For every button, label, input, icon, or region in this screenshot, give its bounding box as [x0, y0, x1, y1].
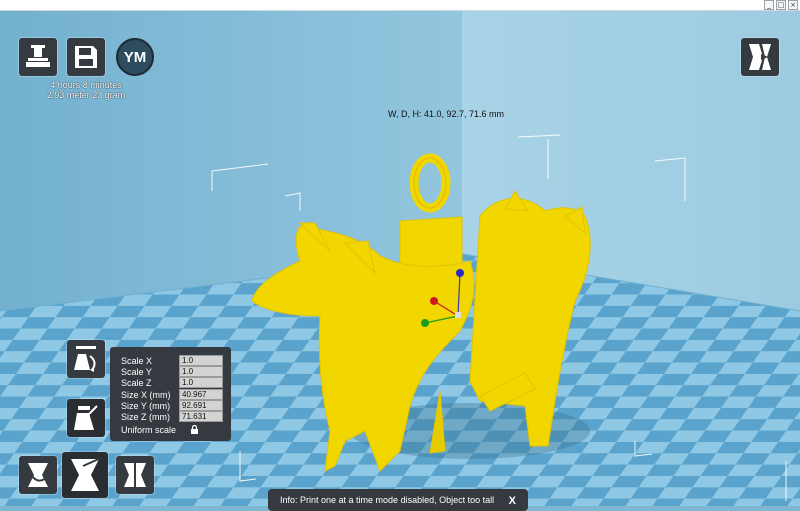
scale-z-input[interactable]: 1.0 [179, 377, 223, 388]
print-time: 4 hours 8 minutes [50, 80, 122, 90]
object-dimensions: W, D, H: 41.0, 92.7, 71.6 mm [388, 109, 505, 119]
info-message: Info: Print one at a time mode disabled,… [280, 495, 495, 505]
size-y-input[interactable]: 92.691 [179, 400, 223, 411]
scale-tool-button[interactable] [67, 399, 105, 437]
size-z-label: Size Z (mm) [121, 411, 170, 422]
size-x-row: Size X (mm) 40.967 [121, 389, 223, 400]
minimize-button[interactable]: _ [764, 0, 774, 10]
view-mode-button[interactable] [741, 38, 779, 76]
size-x-label: Size X (mm) [121, 389, 171, 400]
size-y-label: Size Y (mm) [121, 400, 171, 411]
info-close-button[interactable]: X [509, 495, 516, 507]
scale-y-label: Scale Y [121, 366, 152, 377]
account-avatar[interactable]: YM [116, 38, 154, 76]
rotate-tool-button[interactable] [67, 340, 105, 378]
uniform-scale-label: Uniform scale [121, 424, 177, 435]
print-estimate: 4 hours 8 minutes 2.93 meter 23 gram [30, 80, 142, 100]
scale-y-row: Scale Y 1.0 [121, 366, 223, 377]
window-controls: _ □ × [764, 0, 798, 10]
rotate-tool-icon [74, 346, 96, 372]
mirror-tool-icon [124, 463, 146, 487]
mirror-mode-button[interactable] [116, 456, 154, 494]
size-x-input[interactable]: 40.967 [179, 389, 223, 400]
scale-x-input[interactable]: 1.0 [179, 355, 223, 366]
info-notification: Info: Print one at a time mode disabled,… [268, 489, 528, 511]
print-material: 2.93 meter 23 gram [46, 90, 126, 100]
maximize-button[interactable]: □ [776, 0, 786, 10]
save-toolpath-icon [75, 46, 97, 68]
scale-z-label: Scale Z [121, 377, 152, 388]
scale-x-row: Scale X 1.0 [121, 355, 223, 366]
scale-y-input[interactable]: 1.0 [179, 366, 223, 377]
uniform-scale-row: Uniform scale [121, 424, 199, 435]
rotate-mode-icon [28, 463, 48, 487]
size-y-row: Size Y (mm) 92.691 [121, 400, 223, 411]
scale-mode-icon [71, 457, 102, 491]
lock-icon[interactable] [190, 425, 199, 434]
window-titlebar: _ □ × [0, 0, 800, 11]
close-button[interactable]: × [788, 0, 798, 10]
scale-x-label: Scale X [121, 355, 153, 366]
scale-z-row: Scale Z 1.0 [121, 377, 223, 388]
size-z-input[interactable]: 71.631 [179, 411, 223, 422]
scale-panel: Scale X 1.0 Scale Y 1.0 Scale Z 1.0 Size… [110, 347, 231, 441]
load-model-button[interactable] [19, 38, 57, 76]
scale-mode-button[interactable] [62, 452, 108, 498]
scale-tool-icon [74, 405, 98, 430]
size-z-row: Size Z (mm) 71.631 [121, 411, 223, 422]
load-model-icon [26, 45, 50, 67]
rotate-mode-button[interactable] [19, 456, 57, 494]
save-toolpath-button[interactable] [67, 38, 105, 76]
view-mode-icon [749, 44, 771, 70]
